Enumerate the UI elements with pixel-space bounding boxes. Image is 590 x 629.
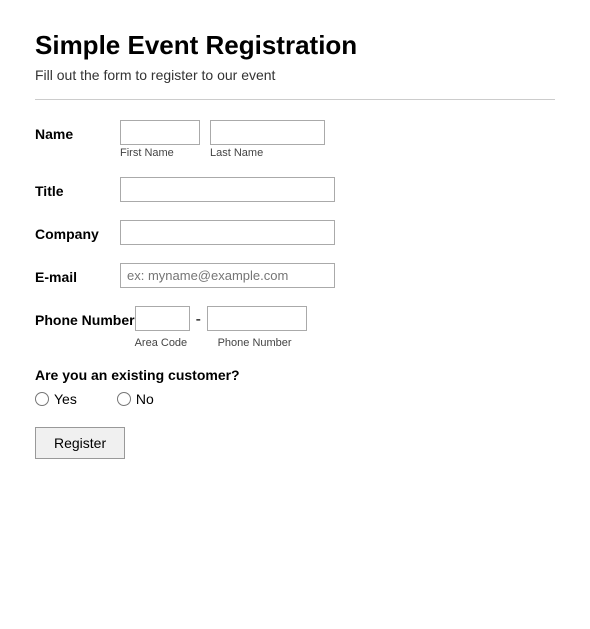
name-controls: First Name Last Name (120, 120, 325, 159)
no-label: No (136, 391, 154, 407)
phone-number-sub-label: Phone Number (218, 337, 318, 349)
title-controls (120, 177, 335, 202)
page-title: Simple Event Registration (35, 30, 555, 61)
company-row: Company (35, 220, 555, 245)
first-name-label: First Name (120, 147, 200, 159)
phone-row: Phone Number - Area Code Phone Number (35, 306, 555, 349)
customer-question: Are you an existing customer? (35, 367, 555, 383)
company-label: Company (35, 220, 120, 242)
yes-label: Yes (54, 391, 77, 407)
phone-label: Phone Number (35, 306, 135, 328)
phone-number-input[interactable] (207, 306, 307, 331)
radio-group: Yes No (35, 391, 555, 407)
company-controls (120, 220, 335, 245)
last-name-input[interactable] (210, 120, 325, 145)
title-input[interactable] (120, 177, 335, 202)
no-radio[interactable] (117, 392, 131, 406)
title-row: Title (35, 177, 555, 202)
email-input[interactable] (120, 263, 335, 288)
last-name-wrapper: Last Name (210, 120, 325, 159)
no-radio-label[interactable]: No (117, 391, 154, 407)
divider (35, 99, 555, 100)
page-subtitle: Fill out the form to register to our eve… (35, 67, 555, 83)
title-label: Title (35, 177, 120, 199)
first-name-wrapper: First Name (120, 120, 200, 159)
email-controls (120, 263, 335, 288)
yes-radio-label[interactable]: Yes (35, 391, 77, 407)
phone-controls: - Area Code Phone Number (135, 306, 318, 349)
email-label: E-mail (35, 263, 120, 285)
yes-radio[interactable] (35, 392, 49, 406)
name-label: Name (35, 120, 120, 142)
company-input[interactable] (120, 220, 335, 245)
phone-separator: - (196, 306, 201, 329)
phone-inputs: - (135, 306, 318, 331)
last-name-label: Last Name (210, 147, 325, 159)
phone-sub-labels: Area Code Phone Number (135, 337, 318, 349)
area-code-input[interactable] (135, 306, 190, 331)
name-row: Name First Name Last Name (35, 120, 555, 159)
name-inputs: First Name Last Name (120, 120, 325, 159)
email-row: E-mail (35, 263, 555, 288)
customer-section: Are you an existing customer? Yes No (35, 367, 555, 407)
first-name-input[interactable] (120, 120, 200, 145)
area-code-sub-label: Area Code (135, 337, 190, 349)
register-button[interactable]: Register (35, 427, 125, 459)
